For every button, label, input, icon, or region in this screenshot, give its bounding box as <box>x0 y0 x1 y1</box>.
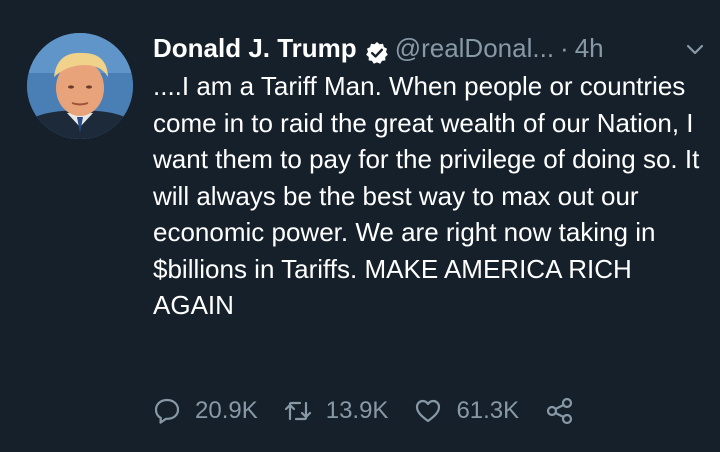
avatar[interactable] <box>27 33 133 139</box>
tweet-header: Donald J. Trump @realDonal... · 4h <box>153 28 708 68</box>
timestamp[interactable]: 4h <box>575 28 604 68</box>
tweet-text: ....I am a Tariff Man. When people or co… <box>153 71 700 320</box>
tweet-card[interactable]: Donald J. Trump @realDonal... · 4h ....I… <box>0 0 720 452</box>
reply-icon <box>154 398 180 424</box>
retweet-button[interactable]: 13.9K <box>284 397 389 425</box>
tweet-content: Donald J. Trump @realDonal... · 4h ....I… <box>153 28 708 324</box>
author-name[interactable]: Donald J. Trump <box>153 28 357 68</box>
share-icon <box>547 397 573 425</box>
retweet-icon <box>284 401 311 421</box>
reply-count: 20.9K <box>195 397 258 424</box>
chevron-down-icon[interactable] <box>684 38 706 60</box>
tweet-actions: 20.9K 13.9K 61.3K <box>153 396 615 426</box>
retweet-count: 13.9K <box>325 397 389 424</box>
heart-icon <box>416 399 441 423</box>
like-count: 61.3K <box>456 397 520 424</box>
like-button[interactable]: 61.3K <box>414 397 519 425</box>
author-handle[interactable]: @realDonal... <box>395 28 554 68</box>
separator-dot: · <box>560 33 569 63</box>
avatar-image <box>27 33 133 139</box>
verified-badge-icon <box>365 36 389 64</box>
reply-button[interactable]: 20.9K <box>153 397 258 425</box>
share-button[interactable] <box>545 396 589 426</box>
